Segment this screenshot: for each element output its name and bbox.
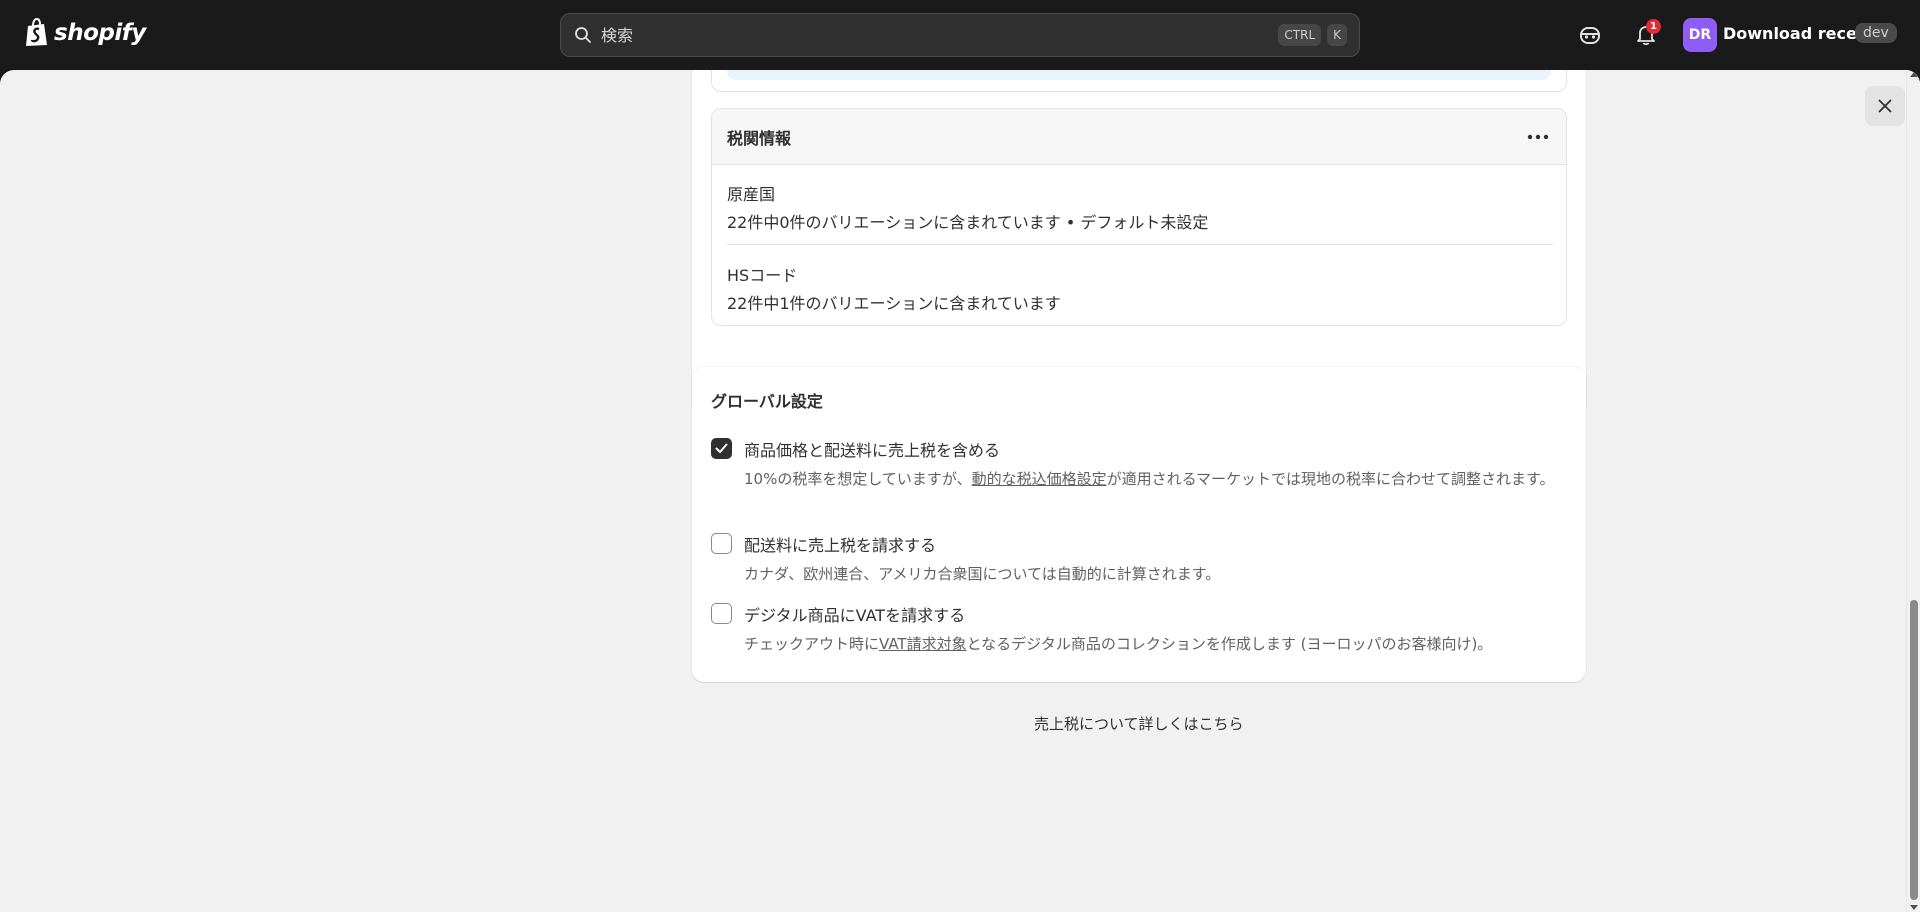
include-tax-description: 10%の税率を想定していますが、動的な税込価格設定が適用されるマーケットでは現地… <box>744 467 1559 491</box>
more-actions-button[interactable] <box>1524 123 1552 151</box>
row-title: HSコード <box>727 266 798 285</box>
shipping-tax-label[interactable]: 配送料に売上税を請求する <box>744 532 936 556</box>
country-of-origin-row: 原産国 22件中0件のバリエーションに含まれています • デフォルト未設定 <box>712 181 1566 233</box>
search-input[interactable] <box>601 25 1273 45</box>
customs-title: 税関情報 <box>727 128 792 148</box>
info-banner-edge <box>727 70 1551 80</box>
vat-eligible-link[interactable]: VAT請求対象 <box>879 635 967 653</box>
hs-code-row: HSコード 22件中1件のバリエーションに含まれています <box>712 262 1566 314</box>
customs-info-box: 税関情報 原産国 22件中0件のバリエーションに含まれています • デフォルト未… <box>711 108 1567 326</box>
close-icon <box>1878 99 1892 113</box>
shipping-tax-description: カナダ、欧州連合、アメリカ合衆国については自動的に計算されます。 <box>744 565 1221 583</box>
main-panel: 税関情報 原産国 22件中0件のバリエーションに含まれています • デフォルト未… <box>0 70 1920 912</box>
include-tax-label[interactable]: 商品価格と配送料に売上税を含める <box>744 437 1000 461</box>
scroll-up-arrow[interactable] <box>1910 72 1918 77</box>
digital-vat-checkbox[interactable] <box>711 603 732 624</box>
digital-vat-description: チェックアウト時にVAT請求対象となるデジタル商品のコレクションを作成します (… <box>744 632 1559 656</box>
global-settings-card: グローバル設定 商品価格と配送料に売上税を含める 10%の税率を想定していますが… <box>692 367 1586 682</box>
learn-more: 売上税について詳しくはこちら <box>1034 713 1244 734</box>
sidekick-icon[interactable] <box>1577 22 1603 48</box>
description-text: 10%の税率を想定していますが、 <box>744 470 972 488</box>
scroll-down-arrow[interactable] <box>1910 905 1918 910</box>
row-description: 22件中0件のバリエーションに含まれています • デフォルト未設定 <box>727 213 1209 232</box>
learn-more-link[interactable]: 売上税について詳しくはこちら <box>1034 715 1244 733</box>
store-badge: dev <box>1855 23 1897 43</box>
notification-badge: 1 <box>1646 19 1661 34</box>
checkmark-icon <box>715 443 728 453</box>
close-button[interactable] <box>1865 86 1905 126</box>
more-horizontal-icon <box>1527 134 1549 139</box>
digital-vat-label[interactable]: デジタル商品にVATを請求する <box>744 602 965 626</box>
top-bar: shopify CTRL K 1 DR Download receipt dev <box>0 0 1920 70</box>
shortcut-key-ctrl: CTRL <box>1278 24 1322 46</box>
include-tax-checkbox[interactable] <box>711 438 732 459</box>
shopify-bag-icon <box>26 18 47 46</box>
row-title: 原産国 <box>727 185 776 204</box>
divider <box>727 244 1553 245</box>
description-text: チェックアウト時に <box>744 635 880 653</box>
global-settings-title: グローバル設定 <box>711 392 823 411</box>
brand-wordmark: shopify <box>54 20 146 46</box>
dynamic-tax-pricing-link[interactable]: 動的な税込価格設定 <box>972 470 1107 488</box>
search-icon <box>575 27 591 43</box>
scrollbar[interactable] <box>1906 70 1920 912</box>
shopify-logo[interactable]: shopify <box>24 18 146 48</box>
shortcut-key-k: K <box>1327 24 1347 46</box>
shipping-tax-checkbox[interactable] <box>711 533 732 554</box>
description-text: が適用されるマーケットでは現地の税率に合わせて調整されます。 <box>1106 470 1555 488</box>
scrollbar-thumb[interactable] <box>1910 600 1918 900</box>
row-description: 22件中1件のバリエーションに含まれています <box>727 294 1061 313</box>
customs-header: 税関情報 <box>712 109 1566 165</box>
avatar[interactable]: DR <box>1683 18 1717 52</box>
search-bar[interactable]: CTRL K <box>560 13 1360 57</box>
description-text: となるデジタル商品のコレクションを作成します (ヨーロッパのお客様向け)。 <box>966 635 1493 653</box>
